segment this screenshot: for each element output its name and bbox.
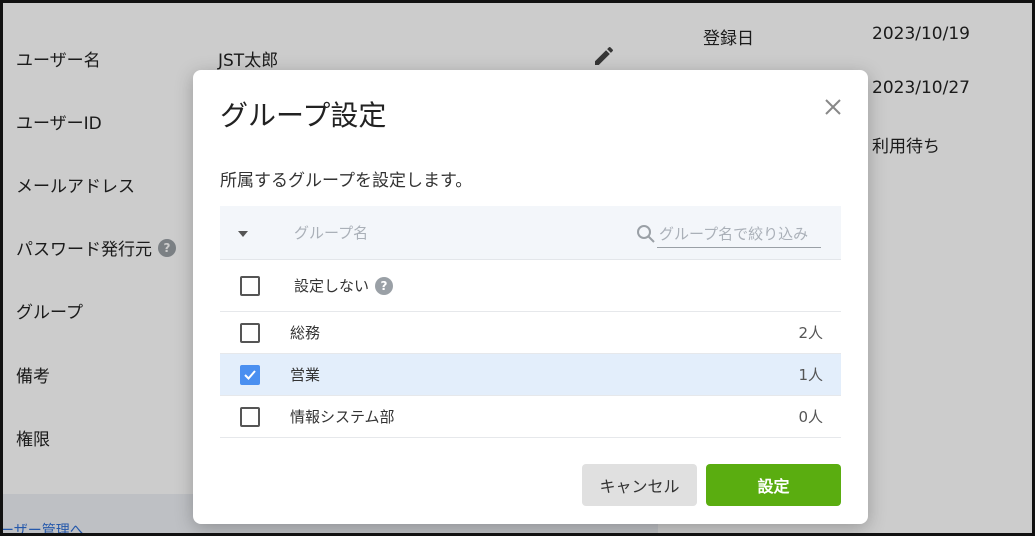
group-search bbox=[635, 220, 823, 248]
none-label: 設定しない bbox=[294, 277, 370, 295]
help-icon[interactable]: ? bbox=[375, 276, 394, 295]
check-icon bbox=[244, 369, 256, 380]
group-name: 情報システム部 bbox=[290, 408, 395, 426]
group-member-count: 1人 bbox=[798, 366, 823, 384]
group-name: 総務 bbox=[290, 324, 321, 342]
group-member-count: 0人 bbox=[798, 408, 823, 426]
cancel-button[interactable]: キャンセル bbox=[582, 464, 697, 506]
checkbox-group-soumu[interactable] bbox=[240, 322, 260, 343]
checkbox-none[interactable] bbox=[240, 275, 260, 296]
table-row-none[interactable]: 設定しない ? bbox=[220, 260, 841, 312]
dialog-description: 所属するグループを設定します。 bbox=[220, 171, 473, 191]
group-name: 営業 bbox=[290, 366, 321, 384]
confirm-button[interactable]: 設定 bbox=[706, 464, 841, 506]
column-header-group-name: グループ名 bbox=[294, 224, 369, 242]
caret-down-icon[interactable] bbox=[238, 231, 248, 237]
table-row[interactable]: 営業 1人 bbox=[220, 354, 841, 396]
search-icon bbox=[637, 225, 655, 243]
none-label-wrap: 設定しない ? bbox=[294, 275, 394, 296]
checkbox-group-joho[interactable] bbox=[240, 406, 260, 427]
group-search-input[interactable] bbox=[657, 220, 821, 248]
close-icon[interactable] bbox=[822, 96, 844, 118]
table-row[interactable]: 総務 2人 bbox=[220, 312, 841, 354]
group-table: グループ名 設定しない ? 総務 2人 営業 1人 bbox=[220, 206, 841, 438]
dialog-title: グループ設定 bbox=[220, 99, 387, 132]
table-row[interactable]: 情報システム部 0人 bbox=[220, 396, 841, 438]
checkbox-group-eigyo[interactable] bbox=[240, 364, 260, 385]
group-member-count: 2人 bbox=[798, 324, 823, 342]
group-table-header: グループ名 bbox=[220, 206, 841, 260]
group-settings-dialog: グループ設定 所属するグループを設定します。 グループ名 設定しない ? 総務 … bbox=[193, 70, 868, 524]
